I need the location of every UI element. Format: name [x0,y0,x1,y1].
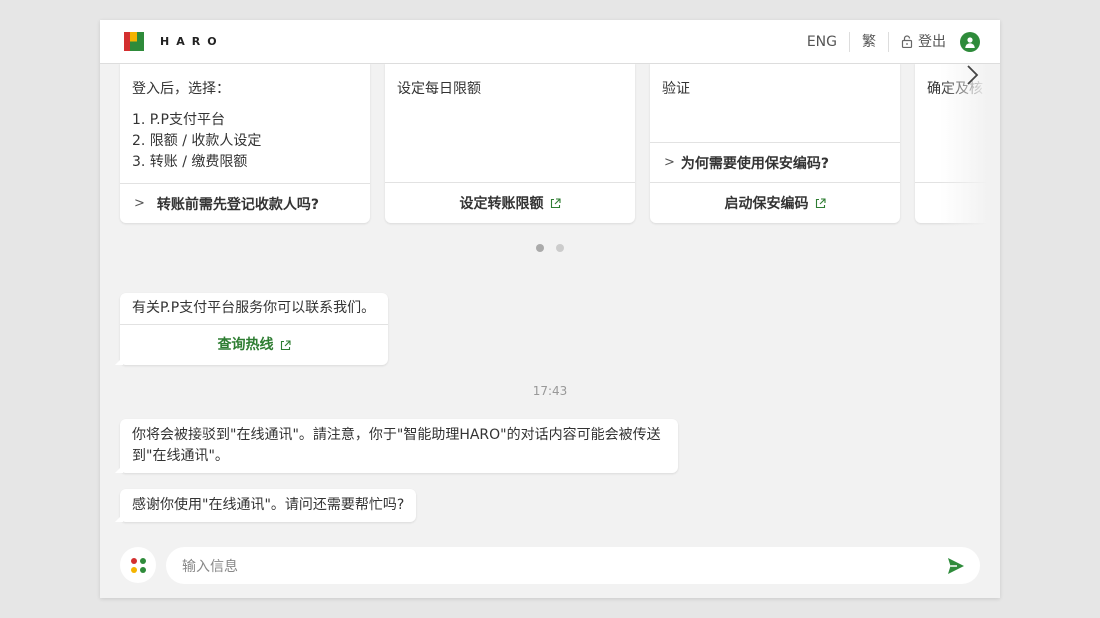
header: HARO ENG 繁 登出 [100,20,1000,64]
message-text: 有关P.P支付平台服务你可以联系我们。 [132,300,376,316]
chevron-right-icon[interactable] [962,63,982,87]
lang-traditional-button[interactable]: 繁 [850,31,889,52]
message-input-wrapper [166,547,980,586]
bubble-tail [115,357,123,365]
carousel-card-3: 验证 > 为何需要使用保安编码? 启动保安编码 [650,63,900,223]
info-carousel: 登入后，选择： 1. P.P支付平台 2. 限额 / 收款人设定 3. 转账 /… [100,63,1000,253]
card-step: 2. 限额 / 收款人设定 [132,133,262,149]
card-title: 设定每日限额 [397,81,481,97]
card-question-label: 为何需要使用保安编码? [680,155,830,172]
card-title: 登入后，选择： [132,81,230,97]
external-link-icon [815,197,826,208]
bubble-tail [115,465,123,473]
chevron-right-icon: > [664,155,675,170]
message-input-bar [100,540,1000,598]
carousel-card-1: 登入后，选择： 1. P.P支付平台 2. 限额 / 收款人设定 3. 转账 /… [120,63,370,223]
activate-security-code-link[interactable]: 启动保安编码 [650,182,900,223]
message-input[interactable] [180,547,924,586]
menu-dot-icon [140,567,146,573]
carousel-pagination [100,244,1000,252]
bot-message-contact: 有关P.P支付平台服务你可以联系我们。 查询热线 [115,293,388,365]
menu-dot-icon [131,558,137,564]
logo: HARO [124,32,224,51]
carousel-dot-2[interactable] [556,244,564,252]
menu-dots-button[interactable] [120,547,156,583]
external-link-icon [550,197,561,208]
card-4-link[interactable] [915,182,1000,223]
chat-window: HARO ENG 繁 登出 登入后，选择： 1. P.P支付平台 2. 限额 /… [100,20,1000,598]
card-step: 1. P.P支付平台 [132,112,225,128]
lock-icon [901,35,913,48]
external-link-icon [280,339,291,350]
message-timestamp: 17:43 [532,384,568,398]
hotline-link[interactable]: 查询热线 [120,324,388,365]
menu-dot-icon [140,558,146,564]
security-code-question-link[interactable]: > 为何需要使用保安编码? [650,142,900,182]
set-transfer-limit-link[interactable]: 设定转账限额 [385,182,635,223]
carousel-dot-1[interactable] [536,244,544,252]
lang-eng-button[interactable]: ENG [795,31,850,52]
send-icon[interactable] [946,556,966,576]
bot-message-thanks: 感谢你使用"在线通讯"。请问还需要帮忙吗? [115,489,417,522]
card-link-label: 设定转账限额 [459,196,544,212]
bot-message-transfer-notice: 你将会被接驳到"在线通讯"。請注意，你于"智能助理HARO"的对话内容可能会被传… [115,419,678,473]
carousel-card-2: 设定每日限额 设定转账限额 [385,63,635,223]
logo-mark-icon [124,32,144,51]
person-icon [965,36,975,48]
logo-text: HARO [160,35,224,48]
user-avatar-icon[interactable] [960,31,980,52]
card-link-label: 转账前需先登记收款人吗? [156,196,320,213]
logout-button[interactable]: 登出 [889,32,960,52]
message-text: 感谢你使用"在线通讯"。请问还需要帮忙吗? [132,497,405,513]
card-step: 3. 转账 / 缴费限额 [132,154,248,170]
hotline-link-label: 查询热线 [217,336,274,353]
card-link-label: 启动保安编码 [724,196,809,212]
logout-label: 登出 [918,33,946,50]
chevron-right-icon: > [134,196,145,211]
menu-dot-icon [131,567,137,573]
header-actions: ENG 繁 登出 [795,20,980,63]
card-title: 验证 [662,81,690,97]
register-payee-question-link[interactable]: > 转账前需先登记收款人吗? [120,183,370,223]
bubble-tail [115,514,123,522]
carousel-card-4[interactable]: 确定及核 [915,63,1000,223]
message-text: 你将会被接驳到"在线通讯"。請注意，你于"智能助理HARO"的对话内容可能会被传… [132,427,661,464]
